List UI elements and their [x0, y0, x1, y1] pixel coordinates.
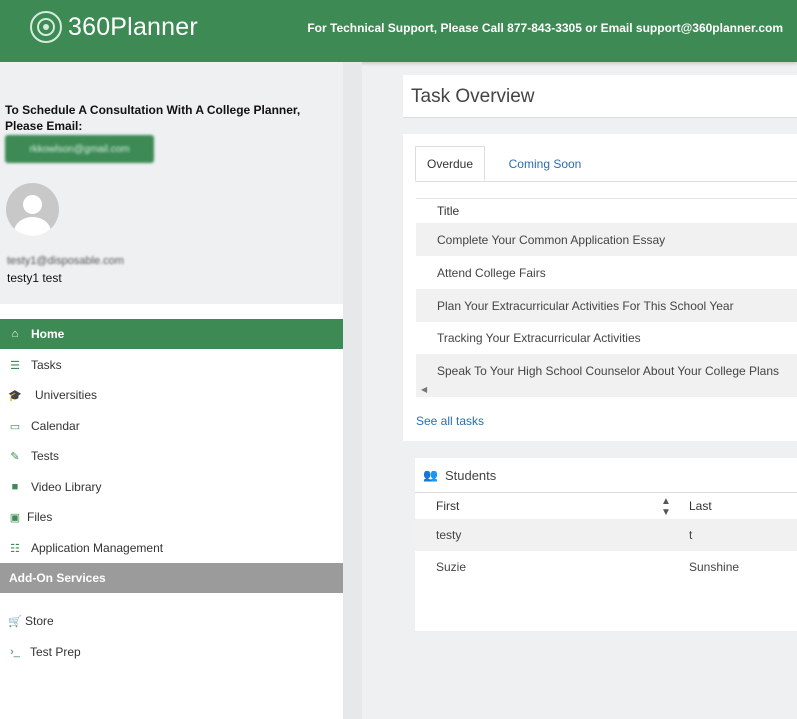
top-header: 360Planner For Technical Support, Please… — [0, 0, 797, 62]
sidebar-item-home[interactable]: ⌂ Home — [0, 319, 343, 349]
students-header: 👥 Students — [415, 458, 797, 493]
sidebar-item-label: Tests — [31, 449, 60, 463]
sidebar-item-universities[interactable]: 🎓 Universities — [0, 380, 343, 410]
table-row[interactable]: Complete Your Common Application Essay — [416, 223, 797, 256]
sidebar-item-label: Test Prep — [30, 645, 81, 659]
support-text: For Technical Support, Please Call 877-8… — [307, 21, 783, 35]
planner-email-button[interactable]: rkkowlson@gmail.com — [5, 135, 154, 163]
sidebar-item-application-management[interactable]: ☷ Application Management — [0, 533, 343, 563]
column-header-last[interactable]: Last — [689, 493, 712, 519]
user-email: testy1@disposable.com — [7, 255, 124, 267]
tab-coming-soon[interactable]: Coming Soon — [485, 146, 605, 181]
see-all-tasks-link[interactable]: See all tasks — [416, 414, 484, 428]
edit-icon: ✎ — [10, 450, 20, 463]
cart-icon: 🛒 — [8, 615, 22, 628]
video-camera-icon: ■ — [11, 481, 19, 493]
task-overview-header: Task Overview — [403, 75, 797, 118]
sidebar-item-tasks[interactable]: ☰ Tasks — [0, 350, 343, 380]
save-icon: ▣ — [9, 511, 21, 524]
student-first-name: testy — [436, 528, 462, 542]
sidebar-divider — [343, 62, 362, 719]
sidebar-item-label: Calendar — [31, 419, 80, 433]
addon-services-header: Add-On Services — [0, 563, 343, 593]
column-header-title[interactable]: Title — [416, 198, 797, 222]
sidebar-item-label: Application Management — [31, 541, 164, 555]
table-row[interactable]: Plan Your Extracurricular Activities For… — [416, 289, 797, 322]
sidebar-item-label: Home — [31, 327, 65, 341]
logo[interactable]: 360Planner — [30, 10, 198, 44]
sidebar-nav: ⌂ Home ☰ Tasks 🎓 Universities ▭ Calendar… — [0, 304, 343, 719]
page-title: Task Overview — [411, 86, 535, 107]
sidebar-item-tests[interactable]: ✎ Tests — [0, 441, 343, 471]
sidebar-item-label: Files — [27, 510, 53, 524]
sidebar-item-label: Tasks — [31, 358, 62, 372]
calendar-icon: ▭ — [9, 420, 21, 433]
sidebar-profile: To Schedule A Consultation With A Colleg… — [0, 62, 343, 304]
sidebar-item-label: Video Library — [31, 480, 102, 494]
sidebar-item-video-library[interactable]: ■ Video Library — [0, 472, 343, 502]
sidebar-item-files[interactable]: ▣ Files — [0, 502, 343, 532]
tasks-panel: Overdue Coming Soon Title Complete Your … — [403, 134, 797, 441]
list-icon: ☷ — [10, 542, 20, 555]
horizontal-scrollbar[interactable]: ◀ — [416, 383, 797, 397]
table-row[interactable]: Suzie Sunshine — [415, 551, 797, 583]
sidebar-item-label: Store — [25, 614, 54, 628]
graduation-cap-icon: 🎓 — [8, 389, 22, 402]
table-row[interactable]: testy t — [415, 519, 797, 551]
terminal-icon: ›_ — [10, 646, 20, 658]
home-icon: ⌂ — [11, 328, 19, 340]
user-name: testy1 test — [7, 271, 62, 285]
table-row[interactable]: Tracking Your Extracurricular Activities — [416, 321, 797, 354]
sidebar-item-label: Universities — [35, 388, 98, 402]
fingerprint-logo-icon — [30, 11, 62, 43]
users-icon: 👥 — [423, 468, 438, 482]
tab-overdue[interactable]: Overdue — [415, 146, 485, 181]
student-last-name: Sunshine — [689, 560, 740, 574]
logo-text: 360Planner — [68, 12, 198, 41]
students-panel: 👥 Students First ▲ ▼ Last testy t Suzie S… — [415, 458, 797, 631]
schedule-consultation-text: To Schedule A Consultation With A Colleg… — [5, 103, 301, 133]
table-row[interactable]: Attend College Fairs — [416, 256, 797, 289]
tasks-icon: ☰ — [10, 359, 20, 372]
avatar — [6, 183, 59, 236]
sidebar-item-calendar[interactable]: ▭ Calendar — [0, 411, 343, 441]
student-first-name: Suzie — [436, 560, 467, 574]
sidebar-item-store[interactable]: 🛒 Store — [0, 606, 343, 636]
sort-icon[interactable]: ▲ ▼ — [661, 496, 671, 518]
task-tabs: Overdue Coming Soon — [415, 146, 797, 182]
student-last-name: t — [689, 528, 693, 542]
column-header-first[interactable]: First — [436, 493, 459, 519]
students-title: Students — [444, 467, 497, 483]
sidebar-item-test-prep[interactable]: ›_ Test Prep — [0, 637, 343, 667]
